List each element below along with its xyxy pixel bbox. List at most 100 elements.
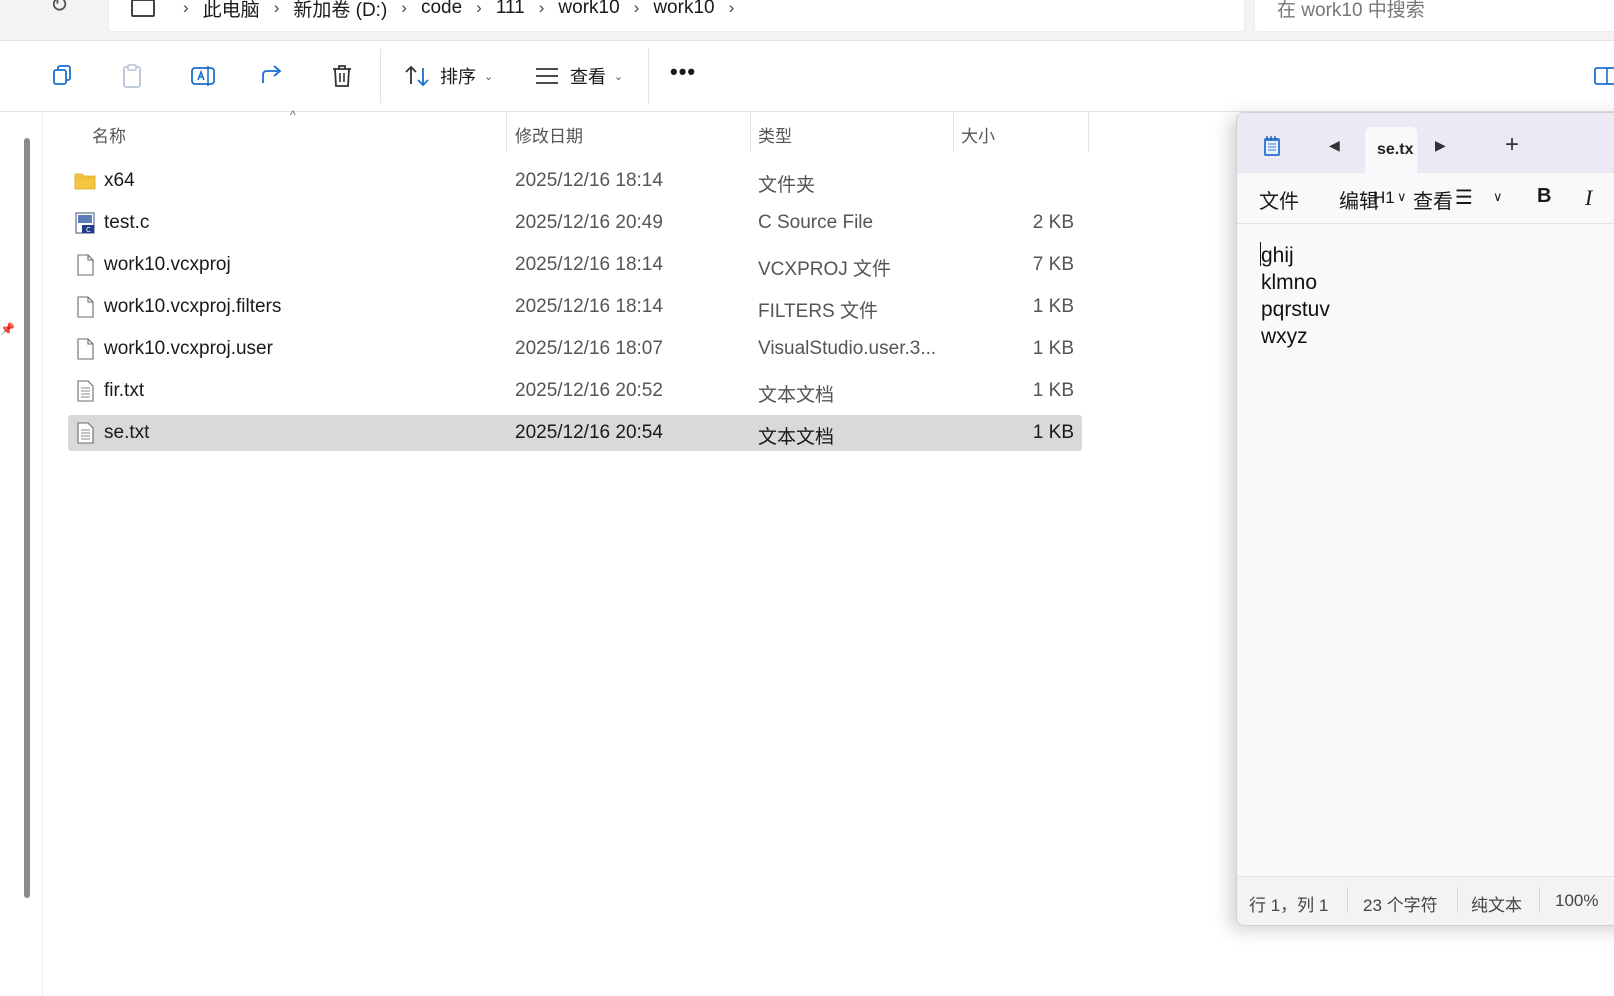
sort-ascending-icon: ^ [290,108,296,122]
tab-title: se.tx [1377,141,1414,158]
view-icon [536,68,558,84]
column-divider[interactable] [953,112,954,152]
file-row[interactable]: fir.txt 2025/12/16 20:52 文本文档 1 KB [68,373,1082,409]
paste-icon[interactable] [120,63,144,89]
breadcrumb-item[interactable]: code [421,0,462,19]
status-divider [1347,887,1348,913]
column-divider[interactable] [506,112,507,152]
heading-format-button[interactable]: H1 [1373,188,1395,208]
chevron-right-icon[interactable]: › [634,0,640,18]
file-type: C Source File [758,212,874,233]
chevron-right-icon[interactable]: › [476,0,482,18]
cut-icon[interactable] [0,63,4,85]
file-type: FILTERS 文件 [758,301,878,322]
list-format-icon[interactable]: ☰ [1455,185,1473,210]
address-bar: ↻ › 此电脑 › 新加卷 (D:) › code › 111 › work10… [0,0,1614,41]
toolbar-divider [380,49,381,103]
text-format[interactable]: 纯文本 [1471,891,1522,916]
zoom-level[interactable]: 100% [1555,891,1598,911]
chevron-right-icon[interactable]: › [401,0,407,18]
chevron-down-icon[interactable]: ∨ [1397,189,1407,205]
file-name: se.txt [104,422,150,443]
tab-scroll-left-icon[interactable]: ◀ [1329,137,1340,154]
breadcrumb-item[interactable]: work10 [558,0,619,19]
pin-icon[interactable]: 📌 [0,322,15,336]
notepad-titlebar[interactable]: ◀ se.tx ▶ + [1237,113,1614,173]
refresh-icon[interactable]: ↻ [50,0,68,18]
delete-icon[interactable] [330,63,354,89]
chevron-down-icon: ⌄ [484,70,494,83]
view-button[interactable]: 查看 ⌄ [534,63,623,89]
chevron-right-icon[interactable]: › [729,0,735,18]
file-icon [77,254,94,276]
menu-view[interactable]: 查看 [1413,185,1453,214]
column-modified[interactable]: 修改日期 [515,122,583,147]
file-type: VisualStudio.user.3... [758,338,937,359]
file-icon [77,338,94,360]
menu-file[interactable]: 文件 [1259,185,1299,214]
tab-scroll-right-icon[interactable]: ▶ [1435,137,1446,154]
bold-button[interactable]: B [1537,185,1551,208]
file-name: work10.vcxproj.filters [104,296,282,317]
navigation-pane[interactable] [0,112,43,996]
breadcrumb-item[interactable]: 此电脑 [203,0,260,22]
file-name: work10.vcxproj.user [104,338,273,359]
file-row[interactable]: work10.vcxproj.filters 2025/12/16 18:14 … [68,289,1082,325]
column-type[interactable]: 类型 [758,122,792,147]
breadcrumb-item[interactable]: work10 [653,0,714,19]
file-size: 1 KB [1032,296,1074,317]
details-pane-icon[interactable] [1594,67,1614,85]
chevron-right-icon[interactable]: › [183,0,189,18]
file-modified: 2025/12/16 18:14 [515,170,663,191]
notepad-window[interactable]: ◀ se.tx ▶ + 文件 编辑 H1 ∨ 查看 ☰ ∨ B I ghij k… [1236,112,1614,926]
sort-button[interactable]: 排序 ⌄ [404,63,493,89]
chevron-right-icon[interactable]: › [539,0,545,18]
notepad-app-icon [1264,136,1280,156]
status-bar: 行 1，列 1 23 个字符 纯文本 100% [1237,876,1614,925]
column-size[interactable]: 大小 [961,122,995,147]
file-type: VCXPROJ 文件 [758,259,892,280]
text-line: klmno [1261,271,1318,294]
rename-icon[interactable] [190,63,216,89]
column-divider[interactable] [1088,112,1089,152]
text-line: pqrstuv [1261,298,1330,321]
file-size: 7 KB [1032,254,1074,275]
share-icon[interactable] [260,63,286,87]
search-input[interactable]: 在 work10 中搜索 [1254,0,1614,32]
file-row[interactable]: x64 2025/12/16 18:14 文件夹 [68,163,1082,199]
notepad-menubar: 文件 编辑 H1 ∨ 查看 ☰ ∨ B I [1237,173,1614,224]
file-modified: 2025/12/16 20:54 [515,422,663,443]
copy-icon[interactable] [50,63,74,87]
file-row[interactable]: work10.vcxproj 2025/12/16 18:14 VCXPROJ … [68,247,1082,283]
search-placeholder: 在 work10 中搜索 [1277,0,1425,21]
new-tab-icon[interactable]: + [1505,131,1519,159]
breadcrumb-item[interactable]: 新加卷 (D:) [293,0,387,22]
chevron-down-icon: ⌄ [614,70,624,83]
more-options-button[interactable]: ••• [670,59,696,85]
text-line: ghij [1261,244,1294,267]
file-row[interactable]: work10.vcxproj.user 2025/12/16 18:07 Vis… [68,331,1082,367]
status-divider [1539,887,1540,913]
file-modified: 2025/12/16 18:14 [515,254,663,275]
text-editor[interactable]: ghij klmno pqrstuv wxyz [1237,224,1614,874]
file-size: 1 KB [1032,422,1074,443]
c-source-file-icon: C [75,212,95,234]
column-name[interactable]: 名称 [92,122,126,147]
file-row[interactable]: C test.c 2025/12/16 20:49 C Source File … [68,205,1082,241]
view-label: 查看 [570,67,606,87]
chevron-down-icon[interactable]: ∨ [1493,189,1503,205]
tab-se-txt[interactable]: se.tx [1365,127,1417,173]
navigation-scrollbar[interactable] [24,138,30,898]
file-type: 文本文档 [758,427,835,448]
this-pc-icon[interactable] [131,0,155,17]
breadcrumb-item[interactable]: 111 [496,0,525,19]
folder-icon [74,173,96,190]
breadcrumb[interactable]: › 此电脑 › 新加卷 (D:) › code › 111 › work10 ›… [108,0,1245,32]
chevron-right-icon[interactable]: › [274,0,280,18]
file-row-selected[interactable]: se.txt 2025/12/16 20:54 文本文档 1 KB [68,415,1082,451]
file-modified: 2025/12/16 18:07 [515,338,663,359]
file-modified: 2025/12/16 18:14 [515,296,663,317]
italic-button[interactable]: I [1585,185,1592,211]
column-divider[interactable] [750,112,751,152]
svg-text:C: C [86,226,91,234]
